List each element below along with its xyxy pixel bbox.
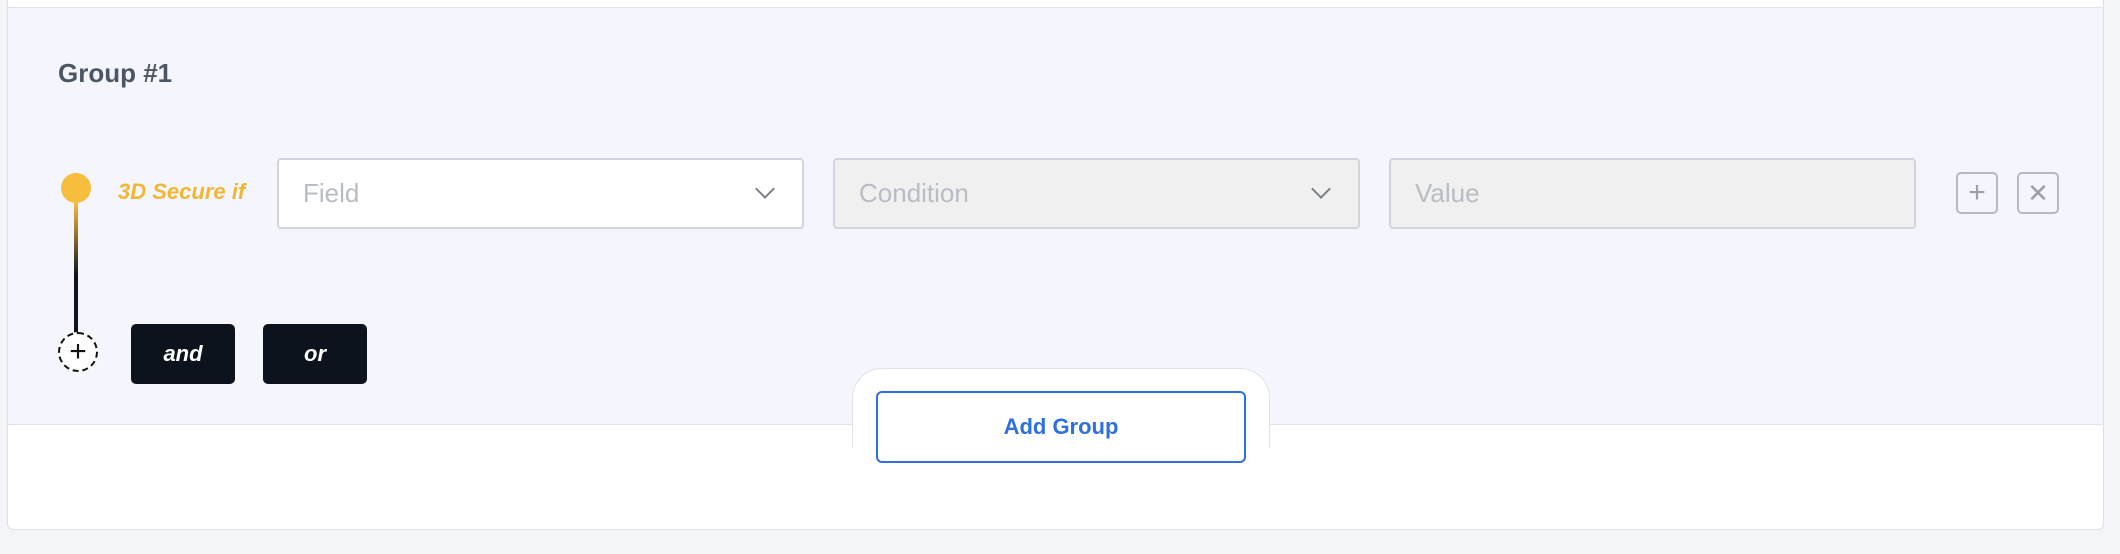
rule-connector-line [74, 203, 78, 333]
remove-rule-button[interactable]: ✕ [2017, 172, 2059, 214]
condition-placeholder: Condition [859, 178, 969, 208]
rule-label: 3D Secure if [118, 179, 246, 204]
value-placeholder: Value [1415, 178, 1480, 208]
add-condition-icon[interactable]: + [58, 332, 98, 372]
chevron-down-icon [1311, 179, 1331, 199]
add-group-button[interactable]: Add Group [876, 391, 1246, 463]
close-icon: ✕ [2027, 177, 2049, 208]
field-select[interactable]: Field [277, 158, 804, 229]
and-button[interactable]: and [131, 324, 235, 384]
add-rule-button[interactable]: + [1956, 172, 1998, 214]
chevron-down-icon [755, 179, 775, 199]
condition-select[interactable]: Condition [833, 158, 1360, 229]
rules-card: Group #1 + 3D Secure if Field Condition … [7, 0, 2104, 530]
value-input[interactable]: Value [1389, 158, 1916, 229]
or-button[interactable]: or [263, 324, 367, 384]
field-placeholder: Field [303, 178, 360, 208]
condition-group: Group #1 + 3D Secure if Field Condition … [8, 7, 2103, 425]
rule-indicator-dot [61, 173, 91, 203]
group-title: Group #1 [58, 58, 173, 88]
plus-icon: + [1968, 176, 1986, 209]
